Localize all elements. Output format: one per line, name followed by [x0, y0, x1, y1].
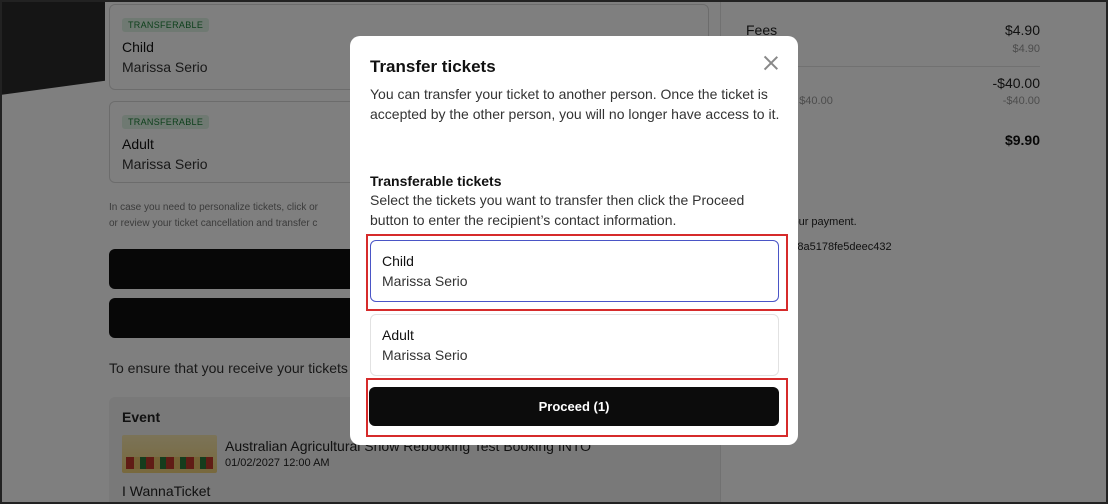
- option-holder: Marissa Serio: [382, 273, 468, 289]
- close-icon[interactable]: [760, 52, 782, 74]
- option-type: Child: [382, 253, 414, 269]
- section-title: Transferable tickets: [370, 173, 502, 189]
- modal-title: Transfer tickets: [370, 57, 496, 76]
- option-holder: Marissa Serio: [382, 347, 468, 363]
- section-description: Select the tickets you want to transfer …: [370, 192, 745, 228]
- ticket-option-child[interactable]: Child Marissa Serio: [370, 240, 779, 302]
- proceed-button[interactable]: Proceed (1): [369, 387, 779, 426]
- transfer-tickets-modal: Transfer tickets You can transfer your t…: [350, 36, 798, 445]
- modal-description: You can transfer your ticket to another …: [370, 86, 780, 122]
- ticket-option-adult[interactable]: Adult Marissa Serio: [370, 314, 779, 376]
- option-type: Adult: [382, 327, 414, 343]
